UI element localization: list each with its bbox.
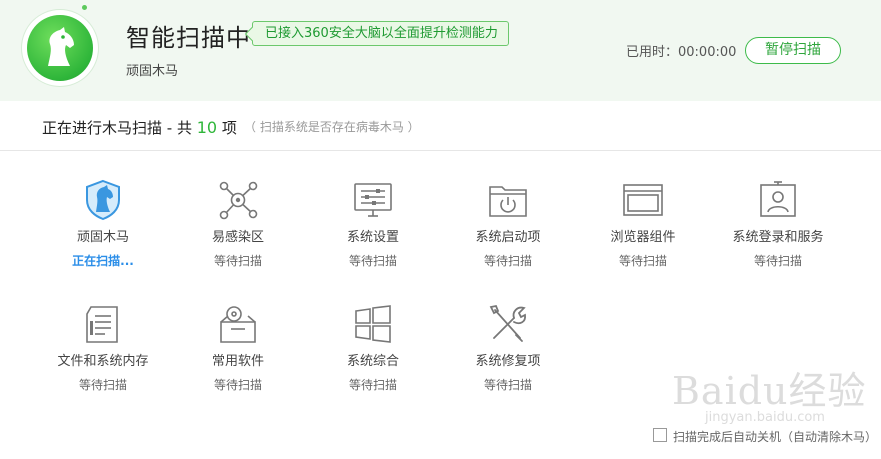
watermark-logo: Baidu经验 xyxy=(672,369,867,413)
scan-item-label: 易感染区 xyxy=(211,230,264,245)
document-icon xyxy=(86,306,118,343)
header-panel: 智能扫描中 已接入360安全大脑以全面提升检测能力 顽固木马 已用时：00:00… xyxy=(0,0,881,101)
scan-item-system-settings[interactable]: 系统设置 等待扫描 xyxy=(313,178,433,269)
elapsed-time: 已用时：00:00:00 xyxy=(626,45,737,60)
current-scan-target: 顽固木马 xyxy=(126,64,179,79)
scan-item-status: 等待扫描 xyxy=(348,378,397,392)
scan-item-login-services[interactable]: 系统登录和服务 等待扫描 xyxy=(718,178,838,269)
scan-item-status: 等待扫描 xyxy=(483,254,532,268)
page-title: 智能扫描中 xyxy=(126,24,251,52)
progress-suffix: 项 xyxy=(217,119,237,137)
scan-item-status: 等待扫描 xyxy=(348,254,397,268)
progress-text: 正在进行木马扫描 - 共 10 项 xyxy=(42,117,237,138)
scan-item-status: 等待扫描 xyxy=(213,378,262,392)
scan-item-status: 等待扫描 xyxy=(483,378,532,392)
watermark-url: jingyan.baidu.com xyxy=(705,410,825,425)
user-badge-icon xyxy=(760,181,796,217)
progress-row: 正在进行木马扫描 - 共 10 项 （ 扫描系统是否存在病毒木马 ） xyxy=(0,101,881,151)
scan-item-label: 系统登录和服务 xyxy=(732,230,824,245)
scan-item-files-memory[interactable]: 文件和系统内存 等待扫描 xyxy=(43,302,163,393)
pause-scan-button[interactable]: 暂停扫描 xyxy=(745,37,841,64)
scan-item-label: 顽固木马 xyxy=(76,230,129,245)
scan-item-browser-components[interactable]: 浏览器组件 等待扫描 xyxy=(583,178,703,269)
progress-count: 10 xyxy=(196,118,218,137)
windows-logo-icon xyxy=(355,305,391,343)
scan-item-label: 系统设置 xyxy=(346,230,399,245)
scan-item-status: 等待扫描 xyxy=(618,254,667,268)
scan-item-status: 等待扫描 xyxy=(213,254,262,268)
scan-item-system-general[interactable]: 系统综合 等待扫描 xyxy=(313,302,433,393)
brain-badge: 已接入360安全大脑以全面提升检测能力 xyxy=(252,21,509,46)
scan-item-common-software[interactable]: 常用软件 等待扫描 xyxy=(178,302,298,393)
scan-item-status: 等待扫描 xyxy=(78,378,127,392)
shield-horse-icon xyxy=(86,179,120,221)
scan-item-stubborn-trojan[interactable]: 顽固木马 正在扫描... xyxy=(43,178,163,269)
infection-nodes-icon xyxy=(219,181,258,220)
scan-item-label: 常用软件 xyxy=(211,354,264,369)
scan-item-status: 等待扫描 xyxy=(753,254,802,268)
wrench-screwdriver-icon xyxy=(489,304,526,342)
horse-logo-icon xyxy=(27,15,93,81)
scan-item-label: 浏览器组件 xyxy=(610,230,676,245)
monitor-sliders-icon xyxy=(354,183,392,217)
auto-shutdown-label[interactable]: 扫描完成后自动关机（自动清除木马） xyxy=(673,428,877,445)
app-logo xyxy=(22,10,98,86)
scan-item-label: 文件和系统内存 xyxy=(57,354,149,369)
auto-shutdown-checkbox[interactable] xyxy=(653,428,667,442)
scan-item-infection-zone[interactable]: 易感染区 等待扫描 xyxy=(178,178,298,269)
software-box-icon xyxy=(220,306,256,343)
scan-item-system-repair[interactable]: 系统修复项 等待扫描 xyxy=(448,302,568,393)
progress-hint: （ 扫描系统是否存在病毒木马 ） xyxy=(244,120,420,134)
scan-item-label: 系统修复项 xyxy=(475,354,541,369)
scan-item-startup[interactable]: 系统启动项 等待扫描 xyxy=(448,178,568,269)
folder-power-icon xyxy=(489,186,527,217)
scan-item-label: 系统启动项 xyxy=(475,230,541,245)
logo-status-dot xyxy=(82,5,87,10)
progress-prefix: 正在进行木马扫描 - 共 xyxy=(42,119,197,137)
scan-item-label: 系统综合 xyxy=(346,354,399,369)
scan-item-status: 正在扫描... xyxy=(72,254,134,268)
browser-window-icon xyxy=(623,184,663,216)
